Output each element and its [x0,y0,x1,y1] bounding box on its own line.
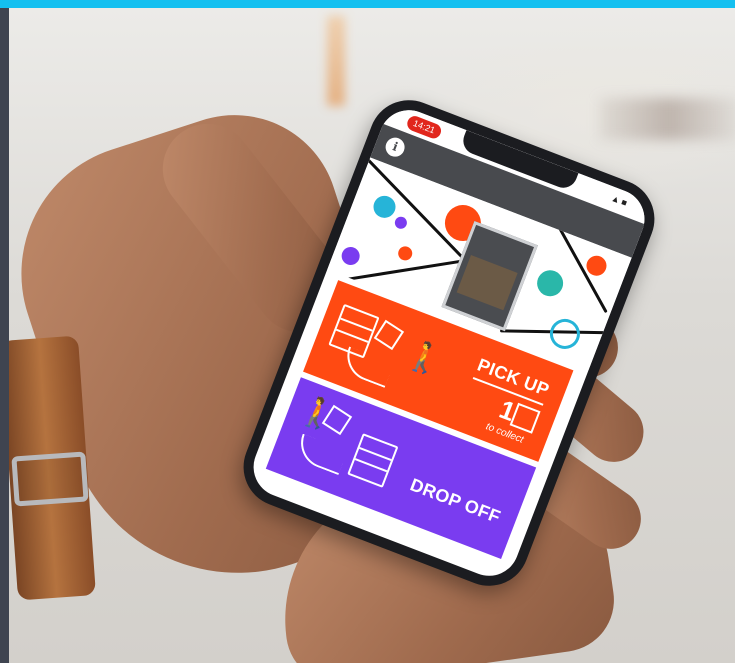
art-circle [545,314,585,354]
box-icon [373,319,405,351]
locker-icon [347,433,399,488]
left-edge-bar [0,8,9,663]
signal-battery-icon: ▲■ [609,192,631,209]
background-object [327,16,345,106]
photo-background: 14:21 ▲■ i 🚶 PICK UP 1 to collect 🚶 DROP… [9,8,735,663]
locker-door [456,255,518,311]
curved-arrow-icon [339,346,394,388]
curved-arrow-icon [293,433,348,476]
art-circle [370,192,399,222]
watch-buckle [11,451,89,507]
dropoff-title: DROP OFF [407,474,504,528]
person-icon: 🚶 [401,336,448,381]
info-icon[interactable]: i [382,134,408,160]
top-accent-bar [0,0,735,8]
background-shelf [599,98,735,140]
art-circle [339,244,363,268]
art-circle [533,266,567,301]
art-circle [393,215,409,231]
art-circle [396,244,415,263]
